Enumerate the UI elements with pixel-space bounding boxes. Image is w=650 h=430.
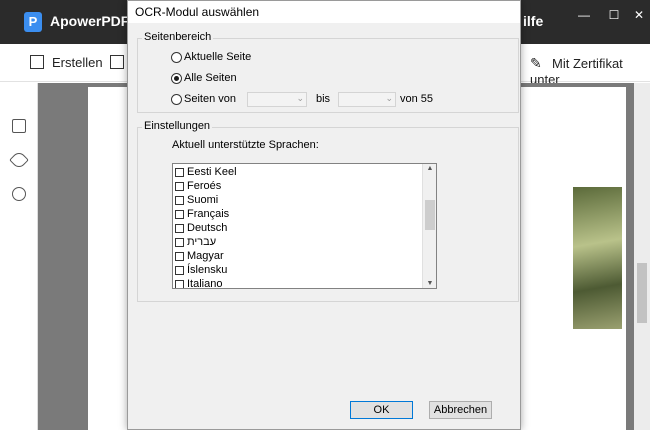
language-item[interactable]: Feroés bbox=[175, 179, 221, 193]
pages-icon[interactable] bbox=[12, 119, 26, 133]
left-sidebar bbox=[0, 83, 38, 430]
apowerpdf-window: P ApowerPDF ilfe — ☐ ✕ Erstellen ✎ Mit Ze… bbox=[0, 0, 650, 430]
minimize-button[interactable]: — bbox=[573, 8, 595, 22]
create-button[interactable]: Erstellen bbox=[30, 55, 103, 70]
document-scrollbar[interactable] bbox=[634, 83, 650, 430]
language-label: Eesti Keel bbox=[187, 166, 237, 178]
radio-current-page[interactable]: Aktuelle Seite bbox=[171, 51, 251, 63]
page-from-select[interactable]: ⌄ bbox=[247, 92, 307, 107]
chevron-down-icon: ⌄ bbox=[296, 93, 304, 103]
language-label: Magyar bbox=[187, 250, 224, 262]
tag-icon[interactable] bbox=[9, 150, 29, 170]
radio-all-pages[interactable]: Alle Seiten bbox=[171, 72, 237, 84]
ocr-dialog: OCR-Modul auswählen Seitenbereich Aktuel… bbox=[127, 0, 521, 430]
language-item[interactable]: Français bbox=[175, 207, 229, 221]
scroll-up-icon[interactable]: ▲ bbox=[423, 165, 436, 172]
dialog-title: OCR-Modul auswählen bbox=[128, 1, 520, 23]
radio-checked-icon bbox=[171, 72, 182, 84]
printer-icon bbox=[110, 55, 124, 69]
checkbox-icon bbox=[175, 279, 184, 288]
listbox-scrollbar[interactable]: ▲ ▼ bbox=[422, 164, 436, 288]
language-label: Íslensku bbox=[187, 264, 228, 276]
plus-icon bbox=[30, 55, 44, 69]
checkbox-icon bbox=[175, 265, 184, 275]
language-item[interactable]: Eesti Keel bbox=[175, 165, 237, 179]
language-item[interactable]: עברית bbox=[175, 235, 216, 249]
pen-icon: ✎ bbox=[530, 55, 542, 71]
language-item[interactable]: Magyar bbox=[175, 249, 224, 263]
total-pages-label: von 55 bbox=[400, 93, 434, 105]
languages-label: Aktuell unterstützte Sprachen: bbox=[172, 139, 319, 151]
radio-icon bbox=[171, 93, 182, 105]
checkbox-icon bbox=[175, 223, 184, 233]
radio-icon bbox=[171, 51, 182, 63]
language-item[interactable]: Italiano bbox=[175, 277, 223, 289]
languages-listbox[interactable]: Eesti Keel Feroés Suomi Français Deutsch… bbox=[172, 163, 437, 289]
language-label: עברית bbox=[187, 236, 217, 248]
page-to-select[interactable]: ⌄ bbox=[338, 92, 396, 107]
page-image-right bbox=[573, 187, 622, 329]
maximize-button[interactable]: ☐ bbox=[603, 8, 625, 22]
scrollbar-thumb[interactable] bbox=[637, 263, 647, 323]
radio-all-pages-label: Alle Seiten bbox=[184, 72, 237, 84]
language-label: Feroés bbox=[187, 180, 222, 192]
listbox-scroll-thumb[interactable] bbox=[425, 200, 435, 230]
language-label: Italiano bbox=[187, 278, 223, 289]
radio-page-range[interactable]: Seiten von bbox=[171, 93, 236, 105]
settings-label: Einstellungen bbox=[142, 120, 213, 132]
language-item[interactable]: Deutsch bbox=[175, 221, 227, 235]
create-label: Erstellen bbox=[52, 55, 103, 70]
language-item[interactable]: Suomi bbox=[175, 193, 218, 207]
search-icon[interactable] bbox=[12, 187, 26, 201]
language-label: Suomi bbox=[187, 194, 219, 206]
app-title: ApowerPDF bbox=[50, 13, 130, 29]
checkbox-icon bbox=[175, 237, 184, 247]
language-item[interactable]: Íslensku bbox=[175, 263, 227, 277]
page-range-label: Seitenbereich bbox=[142, 31, 214, 43]
checkbox-icon bbox=[175, 209, 184, 219]
scroll-down-icon[interactable]: ▼ bbox=[423, 280, 436, 287]
radio-current-page-label: Aktuelle Seite bbox=[184, 51, 252, 63]
checkbox-icon bbox=[175, 167, 184, 177]
app-logo-icon: P bbox=[24, 12, 42, 32]
chevron-down-icon: ⌄ bbox=[385, 93, 393, 103]
checkbox-icon bbox=[175, 251, 184, 261]
language-label: Deutsch bbox=[187, 222, 228, 234]
close-button[interactable]: ✕ bbox=[628, 8, 650, 22]
checkbox-icon bbox=[175, 181, 184, 191]
menu-help-partial[interactable]: ilfe bbox=[523, 13, 543, 29]
cancel-button[interactable]: Abbrechen bbox=[429, 401, 492, 419]
radio-page-range-label: Seiten von bbox=[184, 93, 236, 105]
to-label: bis bbox=[316, 93, 331, 105]
checkbox-icon bbox=[175, 195, 184, 205]
language-label: Français bbox=[187, 208, 230, 220]
ok-button[interactable]: OK bbox=[350, 401, 413, 419]
